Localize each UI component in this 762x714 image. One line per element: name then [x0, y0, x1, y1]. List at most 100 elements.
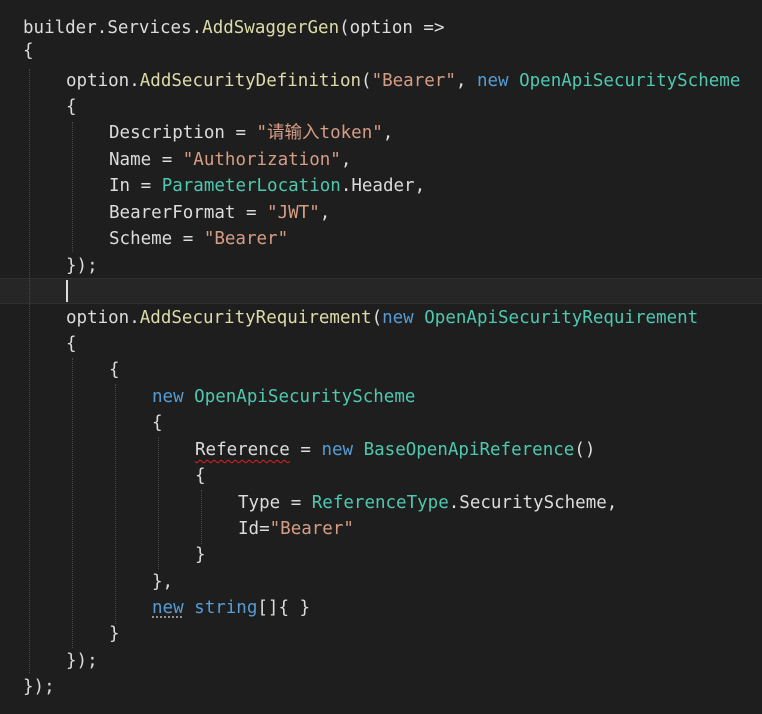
code-line: } — [109, 621, 120, 647]
code-token: ( — [361, 71, 372, 91]
code-token: = — [172, 229, 204, 249]
code-token: "Bearer" — [203, 229, 289, 249]
current-line-highlight — [0, 278, 762, 304]
code-token: , — [455, 71, 477, 91]
code-token: In — [109, 176, 131, 196]
code-line: { — [23, 38, 34, 64]
code-line: }); — [66, 648, 98, 674]
code-line: }); — [23, 674, 55, 700]
code-token: option — [349, 18, 413, 38]
code-token: OpenApiSecurityRequirement — [424, 308, 699, 328]
code-token: }); — [23, 677, 55, 697]
indent-guide — [29, 69, 30, 673]
code-token: { — [23, 41, 34, 61]
code-line: } — [195, 542, 206, 568]
code-token: ( — [339, 18, 350, 38]
code-token: Reference — [195, 440, 290, 460]
code-token: = — [289, 440, 322, 460]
code-token: "请输入token" — [256, 123, 383, 143]
code-token: { — [109, 360, 120, 380]
code-line: Scheme = "Bearer" — [109, 226, 288, 252]
code-token: = — [151, 150, 183, 170]
code-token: Type — [238, 493, 281, 513]
code-token: }); — [66, 256, 98, 276]
code-line: BearerFormat = "JWT", — [109, 200, 330, 226]
code-token: string — [194, 598, 258, 618]
code-token: . — [340, 176, 352, 196]
code-token: , — [606, 493, 618, 513]
code-token: AddSecurityDefinition — [139, 71, 362, 91]
code-editor[interactable]: builder.Services.AddSwaggerGen(option =>… — [0, 0, 762, 714]
code-token: = — [235, 203, 268, 223]
code-token: , — [414, 176, 426, 196]
code-token: () — [574, 440, 596, 460]
code-token: = — [130, 176, 162, 196]
code-token: new — [476, 71, 509, 91]
code-token: OpenApiSecurityScheme — [519, 71, 741, 91]
code-token: = — [259, 519, 270, 539]
code-token: } — [109, 624, 120, 644]
code-line: { — [152, 410, 163, 436]
code-token: }, — [152, 572, 174, 592]
code-token: . — [448, 493, 460, 513]
code-token: , — [340, 150, 352, 170]
code-line: In = ParameterLocation.Header, — [109, 173, 425, 199]
code-token: Services — [107, 18, 192, 38]
code-line: new OpenApiSecurityScheme — [152, 384, 415, 410]
code-line: { — [66, 94, 77, 120]
code-token: AddSecurityRequirement — [139, 308, 372, 328]
code-line: }, — [152, 569, 173, 595]
indent-guide — [115, 384, 116, 624]
text-caret — [66, 280, 68, 302]
code-line: { — [109, 357, 120, 383]
code-line: { — [66, 331, 77, 357]
code-line: Id="Bearer" — [238, 516, 354, 542]
code-token: new — [152, 598, 184, 618]
code-token: SecurityScheme — [459, 493, 607, 513]
code-token: new — [382, 308, 414, 328]
code-line: new string[]{ } — [152, 595, 310, 621]
code-token: } — [195, 545, 206, 565]
code-token: option — [66, 71, 130, 91]
code-token: new — [321, 440, 354, 460]
code-token: { — [152, 413, 163, 433]
code-token: new — [152, 387, 184, 407]
indent-guide — [201, 490, 202, 544]
code-line: { — [195, 463, 206, 489]
code-line: builder.Services.AddSwaggerGen(option => — [23, 15, 445, 41]
code-token: ParameterLocation — [161, 176, 341, 196]
code-token: }); — [66, 651, 98, 671]
code-token: "Bearer" — [269, 519, 354, 539]
code-token: = — [280, 493, 312, 513]
code-token: ( — [371, 308, 383, 328]
code-token: Id — [238, 519, 260, 539]
code-token: Scheme — [109, 229, 173, 249]
code-token: { — [66, 97, 77, 117]
code-token: ReferenceType — [311, 493, 449, 513]
code-line: Reference = new BaseOpenApiReference() — [195, 437, 595, 463]
indent-guide — [72, 122, 73, 252]
code-token: Description — [109, 123, 225, 143]
code-token: = — [224, 123, 257, 143]
code-line: Type = ReferenceType.SecurityScheme, — [238, 490, 617, 516]
code-token: builder — [23, 18, 97, 38]
code-token: []{ } — [257, 598, 311, 618]
code-line: option.AddSecurityDefinition("Bearer", n… — [66, 68, 740, 94]
code-token: OpenApiSecurityScheme — [194, 387, 416, 407]
code-token: . — [129, 308, 140, 328]
code-token: "Bearer" — [371, 71, 456, 91]
code-token: { — [66, 334, 77, 354]
code-token: => — [412, 18, 445, 38]
code-line: option.AddSecurityRequirement(new OpenAp… — [66, 305, 698, 331]
code-token: . — [129, 71, 140, 91]
code-line: }); — [66, 253, 98, 279]
code-token: { — [195, 466, 206, 486]
code-token: AddSwaggerGen — [202, 18, 340, 38]
code-token: "Authorization" — [182, 150, 341, 170]
code-token: option — [66, 308, 130, 328]
code-token: Header — [351, 176, 415, 196]
